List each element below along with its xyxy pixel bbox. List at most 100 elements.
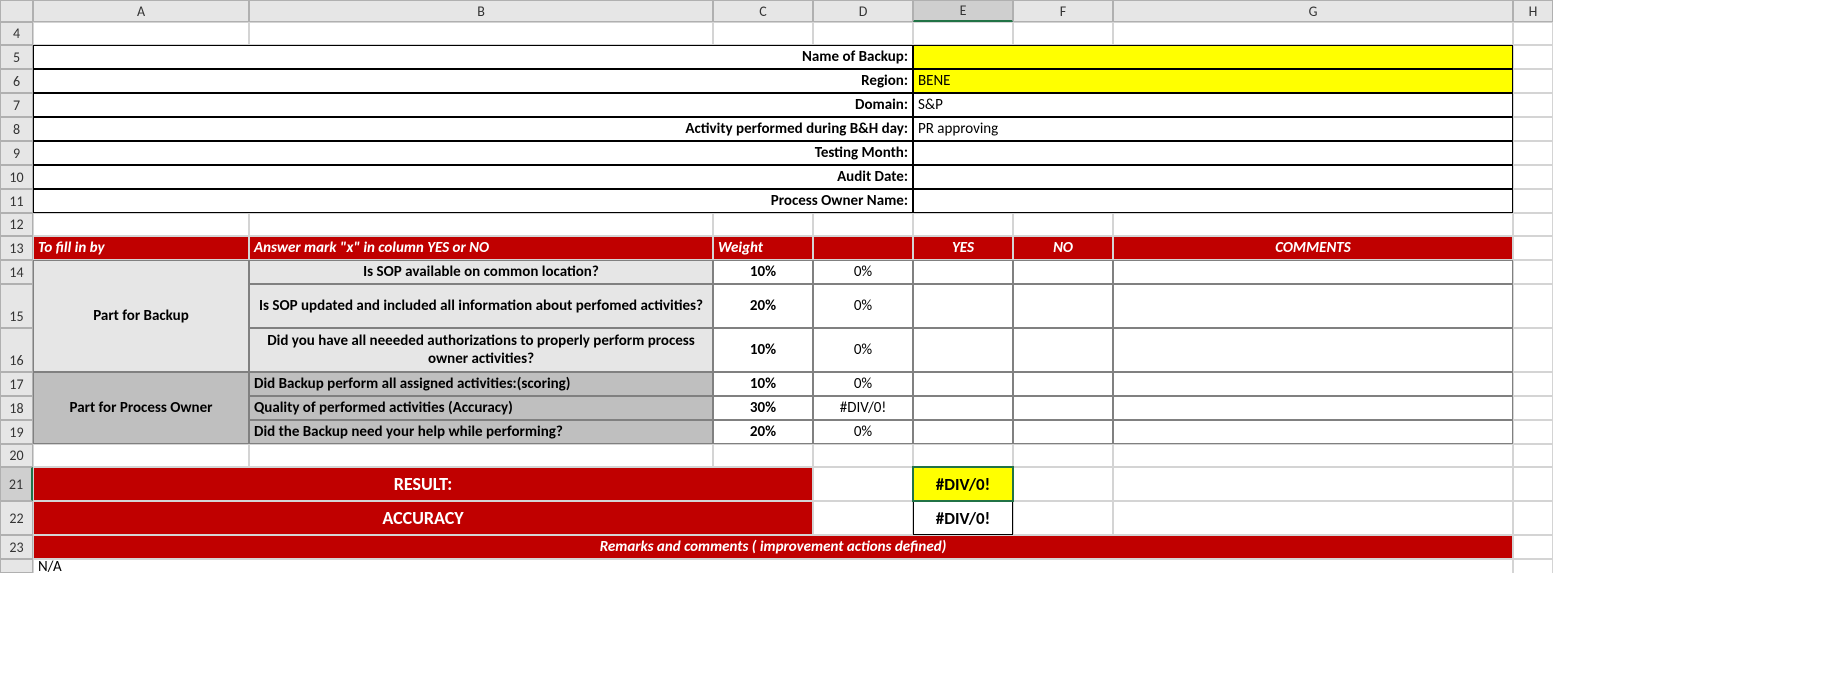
row-header-10[interactable]: 10	[0, 165, 33, 189]
cell-H11[interactable]	[1513, 189, 1553, 213]
q-r15-d[interactable]: 0%	[813, 284, 913, 328]
cell-H7[interactable]	[1513, 93, 1553, 117]
cell-G20[interactable]	[1113, 444, 1513, 467]
label-name-of-backup[interactable]: Name of Backup:	[33, 45, 913, 69]
q-r15-weight[interactable]: 20%	[713, 284, 813, 328]
q-r19-d[interactable]: 0%	[813, 420, 913, 444]
input-activity[interactable]: PR approving	[913, 117, 1513, 141]
q-r14-no[interactable]	[1013, 260, 1113, 284]
row-header-5[interactable]: 5	[0, 45, 33, 69]
q-r16-d[interactable]: 0%	[813, 328, 913, 372]
q-r18-text[interactable]: Quality of performed activities (Accurac…	[249, 396, 713, 420]
cell-G21[interactable]	[1113, 467, 1513, 501]
cell-H16[interactable]	[1513, 328, 1553, 372]
cell-E12[interactable]	[913, 213, 1013, 236]
cell-H12[interactable]	[1513, 213, 1553, 236]
hdr-tofill[interactable]: To fill in by	[33, 236, 249, 260]
col-header-A[interactable]: A	[33, 0, 249, 22]
q-r17-weight[interactable]: 10%	[713, 372, 813, 396]
label-activity[interactable]: Activity performed during B&H day:	[33, 117, 913, 141]
q-r16-weight[interactable]: 10%	[713, 328, 813, 372]
cell-B4[interactable]	[249, 22, 713, 45]
q-r15-text[interactable]: Is SOP updated and included all informat…	[249, 284, 713, 328]
col-header-F[interactable]: F	[1013, 0, 1113, 22]
cell-H4[interactable]	[1513, 22, 1553, 45]
cell-H9[interactable]	[1513, 141, 1553, 165]
row-header-17[interactable]: 17	[0, 372, 33, 396]
q-r15-no[interactable]	[1013, 284, 1113, 328]
cell-H17[interactable]	[1513, 372, 1553, 396]
q-r16-no[interactable]	[1013, 328, 1113, 372]
q-r15-comments[interactable]	[1113, 284, 1513, 328]
row-header-12[interactable]: 12	[0, 213, 33, 236]
cell-E20[interactable]	[913, 444, 1013, 467]
q-r17-yes[interactable]	[913, 372, 1013, 396]
q-r18-d[interactable]: #DIV/0!	[813, 396, 913, 420]
input-domain[interactable]: S&P	[913, 93, 1513, 117]
row-header-23[interactable]: 23	[0, 535, 33, 559]
q-r16-comments[interactable]	[1113, 328, 1513, 372]
q-r18-weight[interactable]: 30%	[713, 396, 813, 420]
row-header-21[interactable]: 21	[0, 467, 33, 501]
row-header-16[interactable]: 16	[0, 328, 33, 372]
row-header-11[interactable]: 11	[0, 189, 33, 213]
value-accuracy[interactable]: #DIV/0!	[913, 501, 1013, 535]
q-r19-weight[interactable]: 20%	[713, 420, 813, 444]
section-part-for-owner[interactable]: Part for Process Owner	[33, 372, 249, 444]
q-r17-text[interactable]: Did Backup perform all assigned activiti…	[249, 372, 713, 396]
hdr-answer[interactable]: Answer mark "x" in column YES or NO	[249, 236, 713, 260]
row-header-7[interactable]: 7	[0, 93, 33, 117]
row-header-19[interactable]: 19	[0, 420, 33, 444]
remarks-header[interactable]: Remarks and comments ( improvement actio…	[33, 535, 1513, 559]
row-header-13[interactable]: 13	[0, 236, 33, 260]
q-r14-text[interactable]: Is SOP available on common location?	[249, 260, 713, 284]
label-domain[interactable]: Domain:	[33, 93, 913, 117]
q-r18-no[interactable]	[1013, 396, 1113, 420]
cell-D21[interactable]	[813, 467, 913, 501]
section-part-for-backup[interactable]: Part for Backup	[33, 260, 249, 372]
cell-D12[interactable]	[813, 213, 913, 236]
q-r16-text[interactable]: Did you have all neeeded authorizations …	[249, 328, 713, 372]
cell-F22[interactable]	[1013, 501, 1113, 535]
q-r19-text[interactable]: Did the Backup need your help while perf…	[249, 420, 713, 444]
cell-D13[interactable]	[813, 236, 913, 260]
col-header-D[interactable]: D	[813, 0, 913, 22]
cell-G4[interactable]	[1113, 22, 1513, 45]
cell-H19[interactable]	[1513, 420, 1553, 444]
cell-F21[interactable]	[1013, 467, 1113, 501]
row-header-14[interactable]: 14	[0, 260, 33, 284]
row-header-18[interactable]: 18	[0, 396, 33, 420]
q-r19-yes[interactable]	[913, 420, 1013, 444]
cell-C12[interactable]	[713, 213, 813, 236]
cell-H15[interactable]	[1513, 284, 1553, 328]
input-testing-month[interactable]	[913, 141, 1513, 165]
row-header-9[interactable]: 9	[0, 141, 33, 165]
q-r19-no[interactable]	[1013, 420, 1113, 444]
input-audit-date[interactable]	[913, 165, 1513, 189]
cell-H13[interactable]	[1513, 236, 1553, 260]
cell-G22[interactable]	[1113, 501, 1513, 535]
cell-A12[interactable]	[33, 213, 249, 236]
input-owner-name[interactable]	[913, 189, 1513, 213]
row-header-24[interactable]	[0, 559, 33, 573]
label-result[interactable]: RESULT:	[33, 467, 813, 501]
row-header-8[interactable]: 8	[0, 117, 33, 141]
label-region[interactable]: Region:	[33, 69, 913, 93]
input-region[interactable]: BENE	[913, 69, 1513, 93]
hdr-yes[interactable]: YES	[913, 236, 1013, 260]
cell-C4[interactable]	[713, 22, 813, 45]
col-header-B[interactable]: B	[249, 0, 713, 22]
hdr-no[interactable]: NO	[1013, 236, 1113, 260]
q-r14-weight[interactable]: 10%	[713, 260, 813, 284]
col-header-H[interactable]: H	[1513, 0, 1553, 22]
cell-H20[interactable]	[1513, 444, 1553, 467]
hdr-weight[interactable]: Weight	[713, 236, 813, 260]
error-warning-icon[interactable]	[913, 470, 914, 495]
cell-H6[interactable]	[1513, 69, 1553, 93]
cell-H10[interactable]	[1513, 165, 1553, 189]
q-r14-d[interactable]: 0%	[813, 260, 913, 284]
q-r15-yes[interactable]	[913, 284, 1013, 328]
cell-G12[interactable]	[1113, 213, 1513, 236]
cell-F4[interactable]	[1013, 22, 1113, 45]
cell-H18[interactable]	[1513, 396, 1553, 420]
